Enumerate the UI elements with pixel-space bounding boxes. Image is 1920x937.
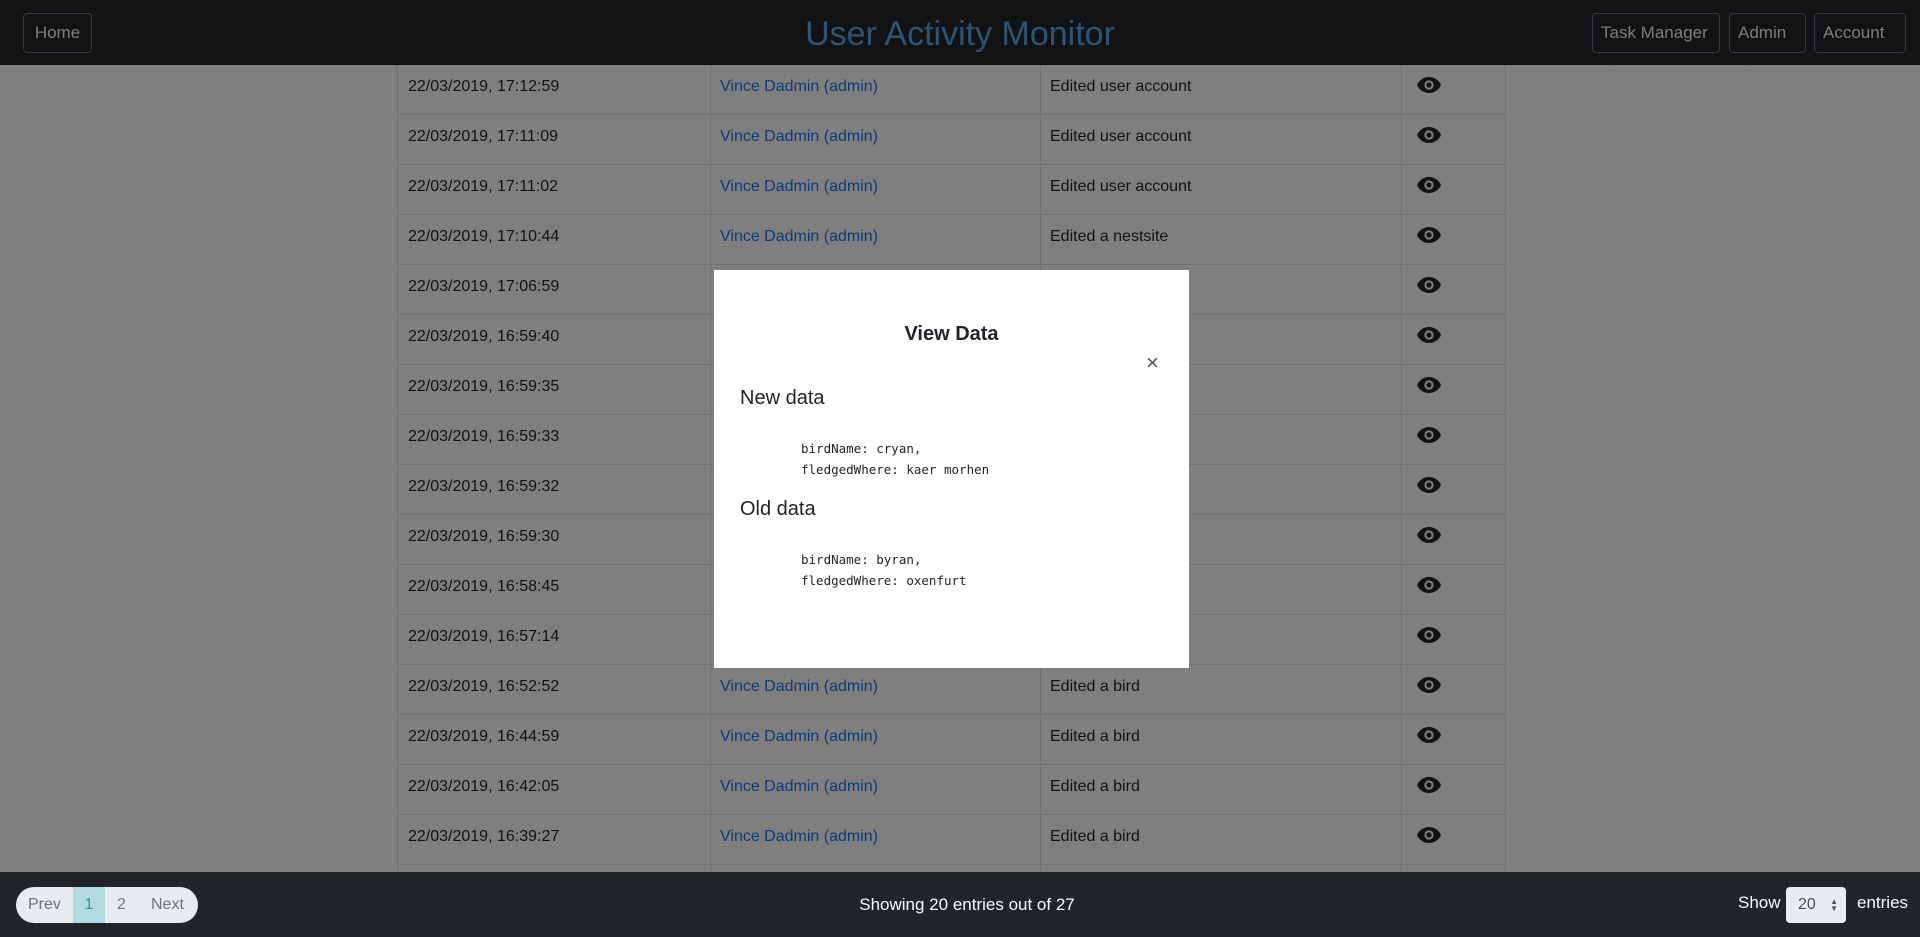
entries-per-page-select[interactable]: 20 ▲ ▼ bbox=[1786, 887, 1846, 923]
new-data-line: birdName: cryan, bbox=[801, 441, 922, 456]
close-icon[interactable]: × bbox=[1146, 352, 1159, 374]
entries-label: entries bbox=[1857, 893, 1909, 912]
view-data-modal: View Data × New data birdName: cryan, fle… bbox=[714, 270, 1189, 668]
old-data-block: birdName: byran, fledgedWhere: oxenfurt bbox=[801, 549, 967, 591]
old-data-line: birdName: byran, bbox=[801, 552, 922, 567]
new-data-heading: New data bbox=[740, 387, 825, 409]
modal-title: View Data bbox=[904, 323, 999, 345]
entries-summary: Showing 20 entries out of 27 bbox=[859, 895, 1075, 914]
new-data-line: fledgedWhere: kaer morhen bbox=[801, 462, 990, 477]
old-data-line: fledgedWhere: oxenfurt bbox=[801, 573, 967, 588]
select-arrows-icon: ▲ ▼ bbox=[1830, 897, 1838, 913]
old-data-heading: Old data bbox=[740, 498, 816, 520]
entries-select-value: 20 bbox=[1798, 896, 1816, 913]
new-data-block: birdName: cryan, fledgedWhere: kaer morhe… bbox=[801, 438, 989, 480]
footer-bar: Prev 1 2 Next Showing 20 entries out of … bbox=[0, 872, 1920, 937]
show-label: Show bbox=[1738, 893, 1781, 912]
